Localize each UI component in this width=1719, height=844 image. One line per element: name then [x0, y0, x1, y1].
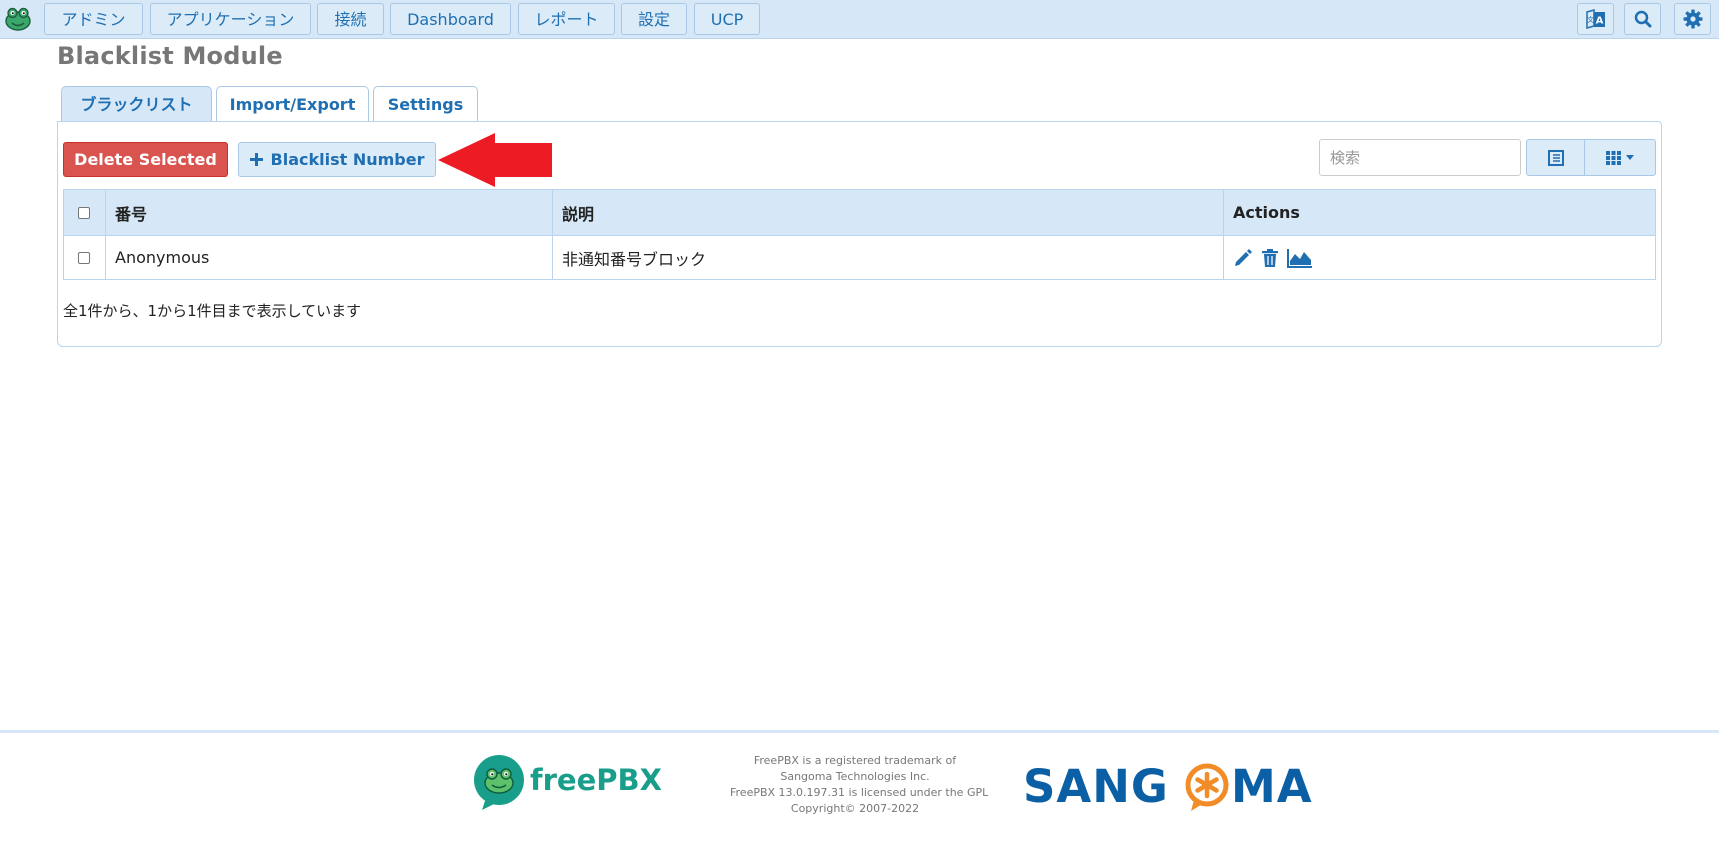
header-checkbox-cell: [64, 190, 106, 235]
nav-applications[interactable]: アプリケーション: [150, 3, 311, 35]
list-view-icon: [1547, 149, 1564, 166]
toggle-card-view-button[interactable]: [1526, 139, 1585, 176]
search-button[interactable]: [1624, 3, 1661, 35]
blacklist-table: 番号 説明 Actions Anonymous 非通知番号ブロック: [63, 189, 1656, 280]
trash-icon[interactable]: [1261, 248, 1279, 268]
pagination-info: 全1件から、1から1件目まで表示しています: [63, 302, 362, 320]
freepbx-wordmark: freePBX: [530, 763, 662, 797]
freepbx-logo[interactable]: freePBX: [472, 752, 662, 812]
search-input[interactable]: [1319, 139, 1521, 176]
area-chart-icon[interactable]: [1287, 248, 1313, 268]
add-blacklist-number-label: Blacklist Number: [270, 150, 425, 169]
freepbx-frog-logo[interactable]: [4, 5, 32, 33]
footer-line: Sangoma Technologies Inc.: [780, 770, 930, 783]
svg-text:MA: MA: [1231, 760, 1313, 813]
plus-icon: [249, 153, 263, 166]
tab-settings[interactable]: Settings: [373, 86, 478, 122]
add-blacklist-number-button[interactable]: Blacklist Number: [238, 142, 436, 177]
row-actions: [1224, 236, 1655, 279]
nav-admin[interactable]: アドミン: [44, 3, 143, 35]
settings-button[interactable]: [1674, 3, 1711, 35]
gear-icon: [1683, 9, 1702, 29]
columns-dropdown-button[interactable]: [1584, 139, 1656, 176]
footer-line: FreePBX is a registered trademark of: [753, 754, 957, 767]
edit-icon[interactable]: [1233, 248, 1253, 268]
nav-reports[interactable]: レポート: [518, 3, 615, 35]
red-arrow-annotation: [438, 133, 552, 187]
tab-import-export[interactable]: Import/Export: [216, 86, 369, 122]
header-number[interactable]: 番号: [106, 190, 553, 235]
footer-line: FreePBX 13.0.197.31 is licensed under th…: [730, 786, 989, 799]
row-checkbox[interactable]: [78, 251, 90, 264]
top-navbar: アドミン アプリケーション 接続 Dashboard レポート 設定 UCP A…: [0, 0, 1719, 39]
delete-selected-button[interactable]: Delete Selected: [63, 142, 228, 177]
grid-columns-icon: [1606, 150, 1621, 165]
sangoma-logo[interactable]: SANG MA: [1023, 757, 1363, 813]
table-header-row: 番号 説明 Actions: [64, 190, 1655, 236]
footer-legal-text: FreePBX is a registered trademark of San…: [730, 753, 989, 817]
svg-text:文: 文: [1587, 15, 1594, 24]
row-checkbox-cell: [64, 236, 106, 279]
translate-icon: A 文: [1585, 9, 1605, 29]
search-icon: [1634, 10, 1651, 28]
translate-button[interactable]: A 文: [1577, 3, 1614, 35]
svg-text:SANG: SANG: [1023, 760, 1169, 813]
row-number: Anonymous: [106, 236, 553, 279]
nav-settings[interactable]: 設定: [621, 3, 687, 35]
tab-blacklist[interactable]: ブラックリスト: [61, 86, 212, 122]
nav-ucp[interactable]: UCP: [694, 3, 760, 35]
header-actions: Actions: [1233, 203, 1300, 222]
svg-text:A: A: [1595, 16, 1603, 27]
header-description[interactable]: 説明: [553, 190, 1224, 235]
row-description: 非通知番号ブロック: [553, 236, 1224, 279]
select-all-checkbox[interactable]: [78, 206, 90, 219]
nav-connectivity[interactable]: 接続: [317, 3, 384, 35]
caret-down-icon: [1626, 155, 1634, 160]
footer-line: Copyright© 2007-2022: [790, 802, 920, 815]
table-row: Anonymous 非通知番号ブロック: [64, 236, 1655, 279]
nav-dashboard[interactable]: Dashboard: [390, 3, 511, 35]
page-title: Blacklist Module: [57, 42, 283, 70]
